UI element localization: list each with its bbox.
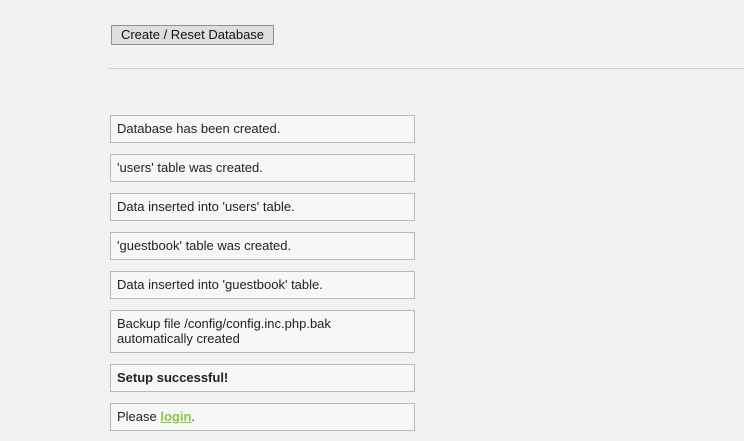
login-link[interactable]: login	[160, 409, 191, 424]
login-prefix-text: Please	[117, 409, 161, 424]
create-reset-database-button[interactable]: Create / Reset Database	[111, 25, 274, 45]
horizontal-divider	[109, 68, 744, 69]
login-suffix-text: .	[191, 409, 196, 424]
message-users-table-created: 'users' table was created.	[110, 154, 415, 182]
message-users-data-inserted: Data inserted into 'users' table.	[110, 193, 415, 221]
message-guestbook-table-created: 'guestbook' table was created.	[110, 232, 415, 260]
success-text: Setup successful!	[117, 370, 229, 385]
message-text: 'guestbook' table was created.	[117, 238, 292, 253]
message-backup-created: Backup file /config/config.inc.php.bak a…	[110, 310, 415, 353]
message-text: Data inserted into 'users' table.	[117, 199, 295, 214]
message-guestbook-data-inserted: Data inserted into 'guestbook' table.	[110, 271, 415, 299]
message-text: Data inserted into 'guestbook' table.	[117, 277, 323, 292]
message-please-login: Please login.	[110, 403, 415, 431]
message-database-created: Database has been created.	[110, 115, 415, 143]
message-text: Backup file /config/config.inc.php.bak a…	[117, 316, 331, 346]
setup-messages-list: Database has been created. 'users' table…	[110, 115, 415, 441]
message-text: Database has been created.	[117, 121, 281, 136]
message-setup-successful: Setup successful!	[110, 364, 415, 392]
setup-page: Create / Reset Database Database has bee…	[0, 0, 744, 441]
message-text: 'users' table was created.	[117, 160, 263, 175]
